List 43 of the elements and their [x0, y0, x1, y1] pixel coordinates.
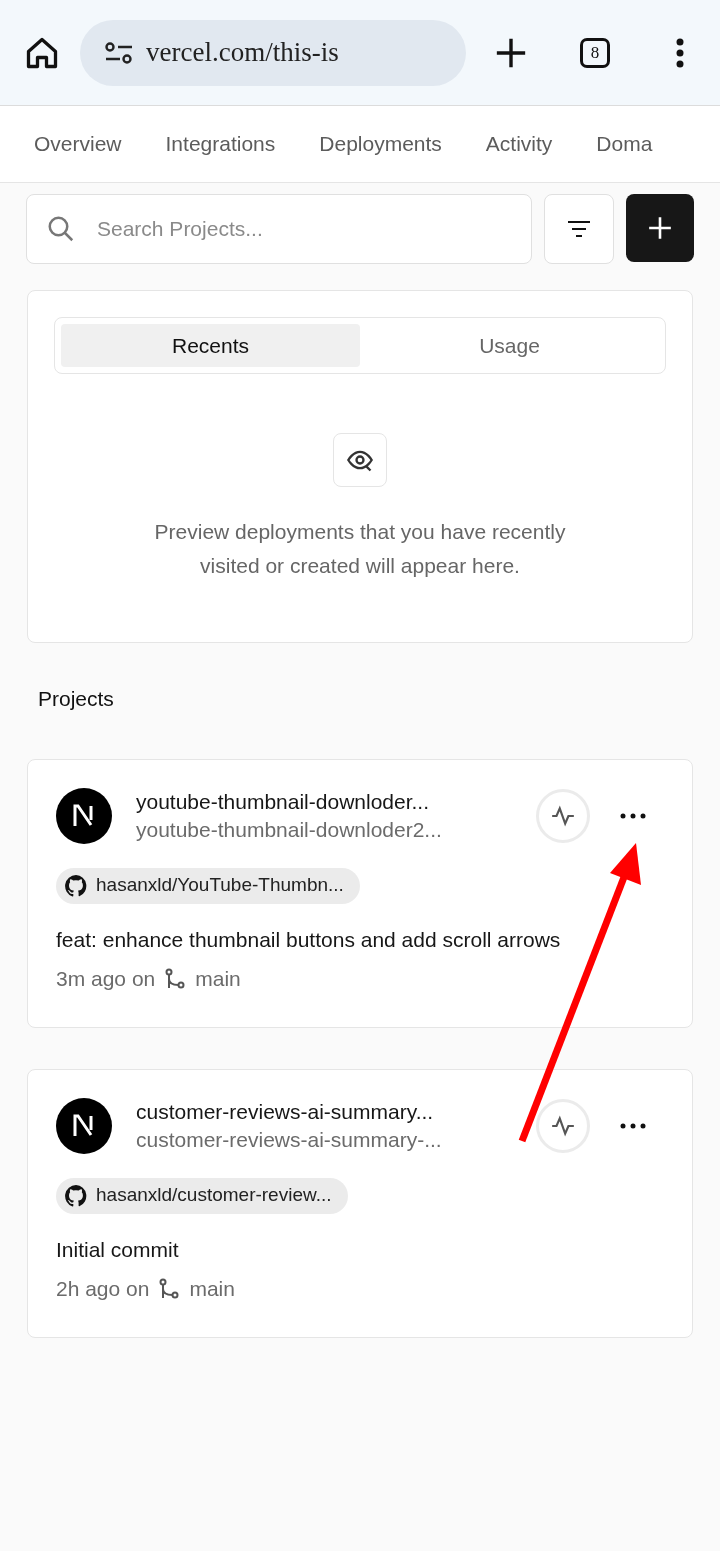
empty-message: Preview deployments that you have recently visited or created will appear here. [153, 519, 567, 579]
menu-icon[interactable] [676, 37, 684, 68]
address-bar[interactable]: vercel.com/this-is [80, 19, 466, 86]
url-text: vercel.com/this-is [146, 36, 339, 70]
repo-badge[interactable]: hasanxld/customer-review... [56, 1177, 348, 1214]
filter-icon [567, 219, 591, 239]
repo-name: hasanxld/customer-review... [96, 1183, 332, 1208]
search-field[interactable]: Search Projects... [26, 194, 532, 264]
site-settings-icon[interactable] [104, 40, 134, 65]
plus-icon [647, 215, 673, 241]
github-icon [64, 1183, 88, 1208]
activity-button[interactable] [536, 1098, 590, 1153]
repo-name: hasanxld/YouTube-Thumbn... [96, 873, 344, 898]
tab-count-button[interactable]: 8 [580, 37, 610, 68]
project-domain[interactable]: customer-reviews-ai-summary-... [136, 1125, 528, 1154]
activity-button[interactable] [536, 788, 590, 843]
branch-name: main [189, 1276, 235, 1302]
commit-message: feat: enhance thumbnail buttons and add scroll arrows [56, 926, 562, 953]
commit-time: 2h ago on [56, 1276, 150, 1302]
repo-badge[interactable]: hasanxld/YouTube-Thumbn... [56, 867, 360, 904]
segment-tab[interactable]: Recents [61, 324, 360, 367]
project-name[interactable]: customer-reviews-ai-summary... [136, 1097, 528, 1126]
github-icon [64, 873, 88, 898]
section-heading: Projects [38, 686, 114, 712]
nav-tab[interactable]: Overview [34, 128, 122, 160]
project-card[interactable]: customer-reviews-ai-summary... customer-reviews-ai-summary-... hasanxld/customer-review... Initial commit 2h ago on main [27, 1068, 693, 1338]
add-button[interactable] [626, 194, 694, 262]
commit-message: Initial commit [56, 1236, 180, 1263]
nav-tab[interactable]: Doma [596, 128, 653, 160]
nav-tab[interactable]: Activity [485, 128, 553, 160]
nav-tab[interactable]: Deployments [319, 128, 442, 160]
search-icon [46, 214, 76, 244]
logo-icon [56, 1097, 112, 1154]
logo-icon [56, 787, 112, 844]
more-icon [620, 812, 646, 819]
project-card[interactable]: youtube-thumbnail-downloder... youtube-thumbnail-downloder2... hasanxld/YouTube-Thumbn... feat: enhance thumbnail buttons and add scroll arrows 3m ago on main [27, 758, 693, 1028]
more-icon [620, 1122, 646, 1129]
nav-tab[interactable]: Integrations [165, 128, 276, 160]
project-name[interactable]: youtube-thumbnail-downloder... [136, 787, 528, 816]
branch-name: main [195, 966, 241, 992]
project-domain[interactable]: youtube-thumbnail-downloder2... [136, 815, 528, 844]
commit-time: 3m ago on [56, 966, 156, 992]
segment-tab[interactable]: Usage [360, 324, 659, 367]
